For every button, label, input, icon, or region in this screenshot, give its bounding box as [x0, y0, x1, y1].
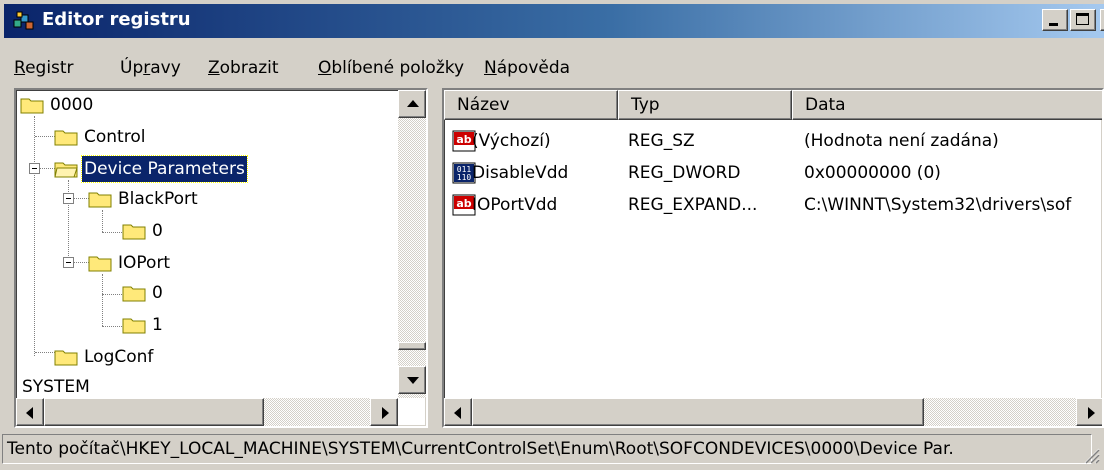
scroll-thumb[interactable]: [44, 398, 264, 426]
key-tree-pane[interactable]: 0000 Control Device Parameters BlackPort…: [14, 88, 428, 428]
status-bar: Tento počítač\HKEY_LOCAL_MACHINE\SYSTEM\…: [0, 432, 1104, 470]
arrow-right-icon: [382, 407, 389, 419]
scroll-thumb[interactable]: [398, 342, 426, 350]
tree-connector: [102, 326, 124, 327]
value-data: C:\WINNT\System32\drivers\sof: [804, 195, 1072, 215]
scroll-up-button[interactable]: [398, 90, 426, 118]
value-name: DisableVdd: [472, 163, 569, 183]
tree-connector: [73, 198, 89, 199]
folder-icon: [88, 192, 112, 208]
tree-connector: [102, 232, 124, 233]
value-row[interactable]: 011 110 DisableVdd REG_DWORD 0x00000000 (…: [444, 158, 1102, 188]
folder-icon: [122, 224, 146, 240]
menu-registr[interactable]: Registr: [14, 58, 74, 78]
column-header-data[interactable]: Data: [792, 90, 1102, 120]
tree-node-label: LogConf: [84, 347, 154, 367]
folder-open-icon: [20, 98, 44, 114]
value-name: IOPortVdd: [472, 195, 558, 215]
arrow-up-icon: [407, 100, 419, 107]
tree-node-label: BlackPort: [118, 189, 198, 209]
list-horizontal-scrollbar[interactable]: [444, 398, 1102, 426]
menu-zobrazit[interactable]: Zobrazit: [208, 58, 279, 78]
tree-connector: [34, 116, 35, 356]
window-title: Editor registru: [42, 9, 191, 30]
scroll-left-button[interactable]: [444, 398, 472, 426]
value-type: REG_DWORD: [628, 163, 741, 183]
folder-icon: [122, 286, 146, 302]
value-type: REG_EXPAND...: [628, 195, 758, 215]
tree-node-label: Device Parameters: [81, 155, 248, 183]
arrow-right-icon: [1088, 407, 1095, 419]
tree-node-label: 0000: [50, 95, 94, 115]
registry-app-icon: [13, 11, 34, 30]
value-row[interactable]: ab IOPortVdd REG_EXPAND... C:\WINNT\Syst…: [444, 190, 1102, 220]
tree-connector: [40, 168, 55, 169]
tree-vertical-scrollbar[interactable]: [398, 90, 426, 398]
value-data: 0x00000000 (0): [804, 163, 941, 183]
scroll-down-button[interactable]: [398, 366, 426, 394]
minimize-icon: [1049, 23, 1058, 26]
tree-node-label: 1: [152, 315, 163, 335]
tree-node-label: SYSTEM: [22, 377, 90, 397]
tree-connector: [102, 274, 103, 326]
menu-bar: Registr Úpravy Zobrazit Oblíbené položky…: [0, 56, 1104, 84]
tree-node-label: Control: [84, 127, 146, 147]
scroll-thumb[interactable]: [472, 398, 924, 426]
minimize-button[interactable]: [1042, 9, 1068, 31]
close-button[interactable]: [1100, 9, 1104, 31]
value-type: REG_SZ: [628, 131, 695, 151]
tree-connector: [35, 136, 55, 137]
folder-icon: [54, 350, 78, 366]
tree-connector: [73, 262, 89, 263]
folder-icon: [54, 130, 78, 146]
column-header-type[interactable]: Typ: [618, 90, 792, 120]
svg-text:ab: ab: [456, 197, 471, 210]
tree-connector: [102, 294, 124, 295]
value-data: (Hodnota není zadána): [804, 131, 999, 151]
folder-icon: [88, 256, 112, 272]
tree-horizontal-scrollbar[interactable]: [16, 398, 398, 426]
title-bar[interactable]: Editor registru: [4, 4, 1104, 38]
collapse-device-parameters[interactable]: [29, 163, 40, 174]
scroll-left-button[interactable]: [16, 398, 44, 426]
scroll-right-button[interactable]: [1076, 398, 1102, 426]
menu-napoveda[interactable]: Nápověda: [484, 58, 570, 78]
arrow-down-icon: [407, 377, 419, 384]
folder-icon: [122, 318, 146, 334]
resize-grip-icon[interactable]: [1082, 446, 1100, 464]
value-row[interactable]: ab (Výchozí) REG_SZ (Hodnota není zadána…: [444, 126, 1102, 156]
tree-connector: [102, 210, 103, 232]
status-path: Tento počítač\HKEY_LOCAL_MACHINE\SYSTEM\…: [2, 434, 1092, 464]
scroll-right-button[interactable]: [370, 398, 398, 426]
tree-node-label: 0: [152, 283, 163, 303]
tree-connector: [35, 352, 55, 353]
menu-upravy[interactable]: Úpravy: [120, 58, 181, 78]
collapse-ioport[interactable]: [63, 257, 74, 268]
arrow-left-icon: [26, 407, 33, 419]
collapse-blackport[interactable]: [63, 193, 74, 204]
menu-oblibene-polozky[interactable]: Oblíbené položky: [318, 58, 464, 78]
svg-text:110: 110: [457, 173, 472, 182]
value-name: (Výchozí): [472, 131, 551, 151]
arrow-left-icon: [454, 407, 461, 419]
maximize-button[interactable]: [1070, 9, 1096, 31]
registry-editor-window: Editor registru Registr Úpravy Zobrazit …: [0, 0, 1104, 470]
folder-open-icon: [54, 162, 78, 178]
tree-node-label: 0: [152, 221, 163, 241]
svg-text:ab: ab: [456, 133, 471, 146]
maximize-icon: [1076, 13, 1089, 25]
column-header-name[interactable]: Název: [444, 90, 618, 120]
values-list-pane[interactable]: Název Typ Data ab (Výchozí) REG_SZ (Hodn…: [442, 88, 1104, 428]
tree-node-label: IOPort: [118, 253, 171, 273]
